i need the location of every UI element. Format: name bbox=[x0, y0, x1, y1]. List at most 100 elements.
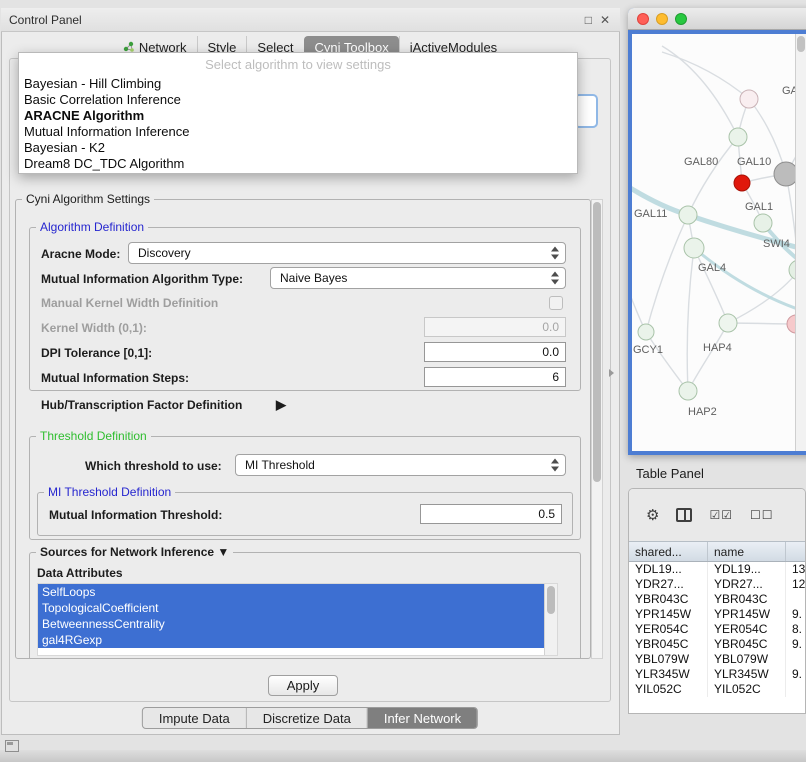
column-header[interactable] bbox=[786, 542, 805, 561]
gear-icon[interactable]: ⚙ bbox=[646, 508, 659, 523]
table-row[interactable]: YDL19...YDL19...13 bbox=[629, 562, 805, 577]
network-node[interactable] bbox=[754, 214, 772, 232]
algorithm-option[interactable]: Mutual Information Inference bbox=[19, 124, 577, 140]
data-attributes-label: Data Attributes bbox=[37, 566, 123, 580]
table-row[interactable]: YDR27...YDR27...12 bbox=[629, 577, 805, 592]
table-cell: YBR043C bbox=[708, 592, 786, 607]
table-row[interactable]: YER054CYER054C8. bbox=[629, 622, 805, 637]
table-row[interactable]: YBL079WYBL079W bbox=[629, 652, 805, 667]
float-panel-icon[interactable]: □ bbox=[585, 13, 592, 27]
attribute-item[interactable]: gal4RGexp bbox=[38, 632, 544, 648]
network-edge bbox=[687, 248, 694, 391]
window-bottom-edge bbox=[0, 750, 806, 762]
attribute-item[interactable]: BetweennessCentrality bbox=[38, 616, 544, 632]
table-cell: YDL19... bbox=[708, 562, 786, 577]
which-threshold-select[interactable]: MI Threshold bbox=[235, 454, 566, 476]
table-cell: YBL079W bbox=[708, 652, 786, 667]
network-node[interactable] bbox=[719, 314, 737, 332]
mi-steps-field[interactable]: 6 bbox=[424, 367, 566, 387]
settings-scrollbar-thumb[interactable] bbox=[593, 202, 601, 482]
table-cell: YPR145W bbox=[629, 607, 708, 622]
algorithm-option[interactable]: Dream8 DC_TDC Algorithm bbox=[19, 156, 577, 172]
close-window-icon[interactable] bbox=[637, 13, 649, 25]
network-canvas[interactable]: GALGAL80GAL10GAL11GAL1SWI4GAL4GCY1HAP4YH… bbox=[632, 34, 806, 451]
mi-algorithm-type-label: Mutual Information Algorithm Type: bbox=[41, 272, 243, 286]
data-attributes-items: SelfLoopsTopologicalCoefficientBetweenne… bbox=[38, 584, 557, 648]
attributes-scrollbar[interactable] bbox=[544, 584, 557, 655]
apply-button[interactable]: Apply bbox=[268, 675, 338, 696]
network-edge bbox=[728, 270, 799, 323]
algorithm-dropdown-items: Bayesian - Hill ClimbingBasic Correlatio… bbox=[19, 76, 577, 172]
attributes-scrollbar-thumb[interactable] bbox=[547, 586, 555, 614]
table-row[interactable]: YBR043CYBR043C bbox=[629, 592, 805, 607]
table-row[interactable]: YBR045CYBR045C9. bbox=[629, 637, 805, 652]
network-node[interactable] bbox=[734, 175, 750, 191]
table-cell: 9. bbox=[786, 667, 805, 682]
table-cell bbox=[786, 682, 805, 697]
network-edge bbox=[728, 323, 796, 324]
mi-threshold-field[interactable]: 0.5 bbox=[420, 504, 562, 524]
bottom-tab-infer-network[interactable]: Infer Network bbox=[367, 708, 477, 728]
expand-triangle-icon[interactable]: ▶ bbox=[276, 397, 286, 413]
network-node-label: GCY1 bbox=[633, 344, 663, 356]
table-cell: YER054C bbox=[708, 622, 786, 637]
network-node[interactable] bbox=[729, 128, 747, 146]
table-panel-title: Table Panel bbox=[636, 466, 704, 481]
table-toolbar: ⚙ ☑☑ ☐☐ bbox=[629, 489, 805, 541]
table-row[interactable]: YPR145WYPR145W9. bbox=[629, 607, 805, 622]
column-header[interactable]: shared... bbox=[629, 542, 708, 561]
network-window-titlebar[interactable] bbox=[628, 8, 806, 30]
network-node-label: GAL11 bbox=[634, 208, 667, 220]
table-row[interactable]: YLR345WYLR345W9. bbox=[629, 667, 805, 682]
network-scrollbar-thumb[interactable] bbox=[797, 36, 805, 52]
aracne-mode-value: Discovery bbox=[138, 246, 191, 260]
algorithm-option[interactable]: Bayesian - K2 bbox=[19, 140, 577, 156]
sources-title[interactable]: Sources for Network Inference ▼ bbox=[36, 545, 233, 559]
network-view-window: GALGAL80GAL10GAL11GAL1SWI4GAL4GCY1HAP4YH… bbox=[628, 8, 806, 455]
zoom-window-icon[interactable] bbox=[675, 13, 687, 25]
network-node-label: HAP2 bbox=[688, 406, 717, 418]
minimize-window-icon[interactable] bbox=[656, 13, 668, 25]
network-node[interactable] bbox=[684, 238, 704, 258]
data-attributes-list[interactable]: SelfLoopsTopologicalCoefficientBetweenne… bbox=[37, 583, 558, 656]
close-panel-icon[interactable]: ✕ bbox=[600, 13, 610, 27]
table-cell bbox=[786, 652, 805, 667]
panel-resize-arrow-icon[interactable] bbox=[609, 369, 614, 377]
algorithm-dropdown-prompt: Select algorithm to view settings bbox=[19, 53, 577, 76]
algorithm-option[interactable]: ARACNE Algorithm bbox=[19, 108, 577, 124]
collapse-triangle-icon[interactable]: ▼ bbox=[217, 545, 229, 559]
minimized-panel-icon[interactable] bbox=[5, 740, 19, 752]
bottom-tab-discretize-data[interactable]: Discretize Data bbox=[246, 708, 367, 728]
network-node[interactable] bbox=[679, 382, 697, 400]
cyni-algorithm-settings-title: Cyni Algorithm Settings bbox=[22, 192, 154, 206]
algorithm-option[interactable]: Basic Correlation Inference bbox=[19, 92, 577, 108]
mi-algorithm-type-select[interactable]: Naive Bayes bbox=[270, 267, 566, 289]
column-layout-icon[interactable] bbox=[676, 508, 692, 522]
attribute-item[interactable]: TopologicalCoefficient bbox=[38, 600, 544, 616]
network-node[interactable] bbox=[740, 90, 758, 108]
algorithm-option[interactable]: Bayesian - Hill Climbing bbox=[19, 76, 577, 92]
column-header[interactable]: name bbox=[708, 542, 786, 561]
settings-scrollbar[interactable] bbox=[591, 199, 603, 659]
threshold-definition-title: Threshold Definition bbox=[36, 429, 151, 443]
hub-transcription-factor-label[interactable]: Hub/Transcription Factor Definition bbox=[41, 398, 242, 412]
attribute-item[interactable]: SelfLoops bbox=[38, 584, 544, 600]
table-cell: YBR045C bbox=[708, 637, 786, 652]
kernel-width-field[interactable]: 0.0 bbox=[424, 317, 566, 337]
table-row[interactable]: YIL052CYIL052C bbox=[629, 682, 805, 697]
hide-columns-icon[interactable]: ☐☐ bbox=[750, 508, 774, 522]
network-node[interactable] bbox=[679, 206, 697, 224]
table-header: shared...name bbox=[629, 541, 805, 562]
aracne-mode-select[interactable]: Discovery bbox=[128, 242, 566, 264]
show-columns-icon[interactable]: ☑☑ bbox=[709, 508, 733, 522]
aracne-mode-label: Aracne Mode: bbox=[41, 247, 120, 261]
network-node[interactable] bbox=[638, 324, 654, 340]
network-node-label: GAL80 bbox=[684, 156, 718, 168]
dpi-tolerance-field[interactable]: 0.0 bbox=[424, 342, 566, 362]
manual-kernel-width-checkbox[interactable] bbox=[549, 296, 563, 310]
network-edge bbox=[694, 248, 728, 323]
network-scrollbar[interactable] bbox=[795, 34, 806, 451]
network-edge bbox=[688, 323, 728, 391]
mi-threshold-label: Mutual Information Threshold: bbox=[49, 508, 222, 522]
bottom-tab-impute-data[interactable]: Impute Data bbox=[143, 708, 246, 728]
